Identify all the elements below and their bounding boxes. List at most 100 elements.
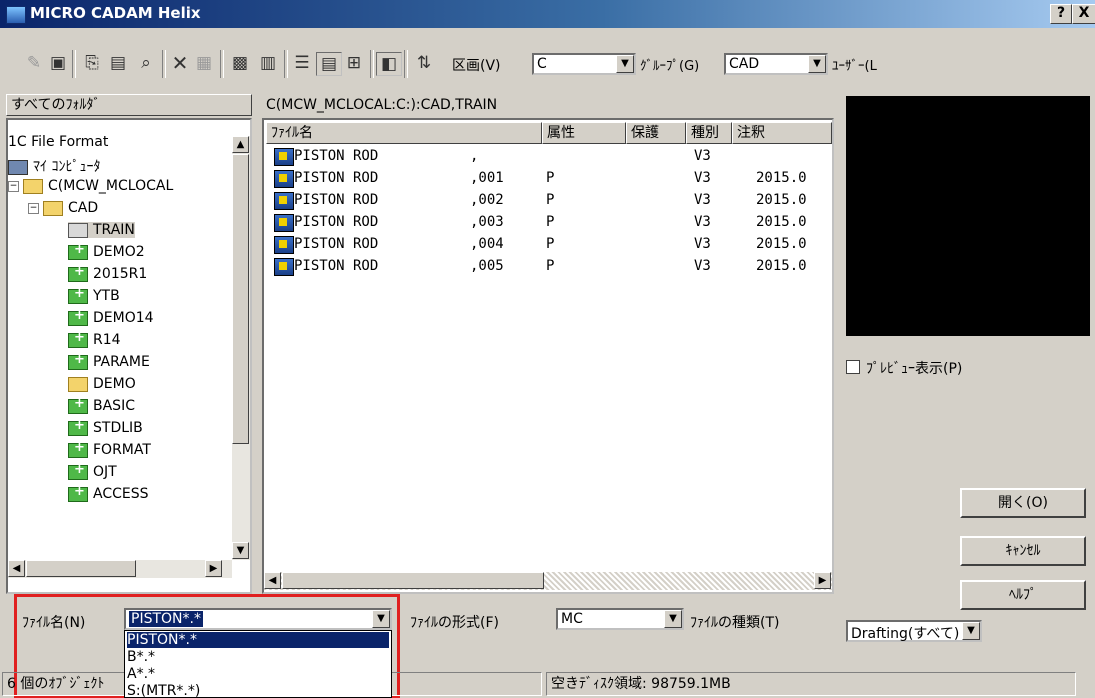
filename-combo[interactable]: PISTON*.* ▼ [124, 608, 392, 630]
file-suffix: ,004 [470, 236, 504, 252]
chevron-down-icon[interactable]: ▼ [616, 55, 634, 73]
dropdown-option[interactable]: S:(MTR*.*) [127, 683, 200, 697]
scroll-up-icon[interactable]: ▲ [232, 136, 249, 153]
collapse-icon[interactable]: − [8, 180, 19, 192]
tree-item[interactable]: ﾏｲ ｺﾝﾋﾟｭｰﾀ [8, 156, 100, 176]
type-combo[interactable]: Drafting(すべて) ▼ [846, 620, 982, 642]
file-hscrollbar[interactable]: ◀ ▶ [264, 572, 832, 590]
view-thumbnails-icon[interactable]: ⊞ [342, 52, 366, 74]
drawing-file-icon [274, 148, 294, 166]
chevron-down-icon[interactable]: ▼ [372, 610, 390, 628]
preview-checkbox-label: ﾌﾟﾚﾋﾞｭｰ表示(P) [866, 361, 963, 377]
collapse-icon[interactable]: − [28, 202, 39, 214]
tree-item[interactable]: DEMO2 [68, 242, 145, 260]
folder-tree[interactable]: 1C File Format ﾏｲ ｺﾝﾋﾟｭｰﾀ − C(MCW_MCLOCAL… [6, 118, 252, 594]
tree-item-selected[interactable]: TRAIN [68, 222, 135, 238]
column-header-name[interactable]: ﾌｧｲﾙ名 [266, 122, 542, 144]
properties-icon[interactable]: ▦ [192, 52, 216, 74]
tree-item[interactable]: PARAME [68, 352, 150, 370]
scroll-thumb[interactable] [232, 154, 249, 444]
view-list-icon[interactable]: ☰ [290, 52, 314, 74]
paste-icon[interactable]: ▤ [106, 52, 130, 74]
scroll-thumb[interactable] [282, 572, 544, 589]
up-folder-icon[interactable]: ▣ [46, 52, 70, 74]
group-select[interactable]: CAD ▼ [724, 53, 828, 75]
filename-dropdown-list[interactable]: PISTON*.* B*.* A*.* S:(MTR*.*) [124, 630, 392, 698]
file-kind: V3 [694, 214, 711, 230]
group-value: CAD [729, 56, 760, 72]
tree-item[interactable]: ACCESS [68, 484, 149, 502]
file-name: PISTON ROD [294, 258, 379, 274]
tree-item[interactable]: BASIC [68, 396, 135, 414]
scroll-down-icon[interactable]: ▼ [232, 542, 249, 559]
view-details-icon[interactable]: ▤ [316, 52, 342, 76]
tree-item[interactable]: R14 [68, 330, 121, 348]
tree-item[interactable]: − C(MCW_MCLOCAL [8, 178, 173, 194]
file-list[interactable]: ﾌｧｲﾙ名 属性 保護 種別 注釈 PISTON ROD , V3 PISTON… [262, 118, 834, 594]
tree-item[interactable]: 2015R1 [68, 264, 147, 282]
scroll-thumb[interactable] [26, 560, 136, 577]
file-attr: P [546, 192, 555, 208]
kukaku-label: 区画(V) [452, 58, 501, 74]
file-attr: P [546, 236, 555, 252]
new-folder-icon[interactable]: ✎ [22, 52, 46, 74]
chevron-down-icon[interactable]: ▼ [664, 610, 682, 628]
tree-vscrollbar[interactable]: ▲ ▼ [232, 136, 250, 560]
dropdown-option-selected[interactable]: PISTON*.* [127, 632, 389, 648]
file-kind: V3 [694, 192, 711, 208]
column-header-kind[interactable]: 種別 [686, 122, 732, 144]
scroll-left-icon[interactable]: ◀ [264, 572, 281, 589]
folder-plus-icon [68, 286, 88, 304]
column-header-note[interactable]: 注釈 [732, 122, 832, 144]
find-icon[interactable]: ⌕ [134, 52, 158, 74]
dropdown-option[interactable]: A*.* [127, 666, 155, 682]
tree-item[interactable]: − CAD [28, 200, 98, 216]
tree-hscrollbar[interactable]: ◀ ▶ [8, 560, 232, 578]
open-folder-icon [68, 222, 88, 238]
view-small-icon[interactable]: ▥ [256, 52, 280, 74]
view-large-icon[interactable]: ▩ [228, 52, 252, 74]
folder-plus-icon [68, 352, 88, 370]
scroll-left-icon[interactable]: ◀ [8, 560, 25, 577]
group-label: ｸﾞﾙｰﾌﾟ(G) [640, 59, 700, 74]
format-combo[interactable]: MC ▼ [556, 608, 684, 630]
chevron-down-icon[interactable]: ▼ [808, 55, 826, 73]
tree-item[interactable]: DEMO14 [68, 308, 154, 326]
scroll-right-icon[interactable]: ▶ [205, 560, 222, 577]
column-header-protect[interactable]: 保護 [626, 122, 686, 144]
cancel-button[interactable]: ｷｬﾝｾﾙ [960, 536, 1086, 566]
file-suffix: ,005 [470, 258, 504, 274]
toolbar-separator [220, 50, 224, 78]
chevron-down-icon[interactable]: ▼ [962, 622, 980, 640]
filename-value[interactable]: PISTON*.* [129, 611, 203, 627]
file-name: PISTON ROD [294, 214, 379, 230]
preview-checkbox[interactable] [846, 360, 860, 374]
copy-icon[interactable]: ⎘ [80, 52, 104, 74]
delete-icon[interactable]: ✕ [168, 52, 192, 74]
computer-icon [8, 159, 28, 175]
preview-pane-icon[interactable]: ◧ [376, 52, 402, 76]
tree-item[interactable]: 1C File Format [8, 134, 108, 150]
tree-item[interactable]: FORMAT [68, 440, 151, 458]
title-bar: MICRO CADAM Helix ? X [0, 0, 1095, 28]
folder-plus-icon [68, 484, 88, 502]
dropdown-option[interactable]: B*.* [127, 649, 155, 665]
scroll-right-icon[interactable]: ▶ [814, 572, 831, 589]
kukaku-select[interactable]: C ▼ [532, 53, 636, 75]
tree-item[interactable]: DEMO [68, 376, 136, 392]
help-button[interactable]: ﾍﾙﾌﾟ [960, 580, 1086, 610]
tree-item-label: FORMAT [93, 442, 151, 458]
column-header-attr[interactable]: 属性 [542, 122, 626, 144]
tree-item[interactable]: STDLIB [68, 418, 143, 436]
open-button[interactable]: 開く(O) [960, 488, 1086, 518]
drawing-file-icon [274, 214, 294, 232]
file-note: 2015.0 [756, 214, 807, 230]
sort-icon[interactable]: ⇅ [412, 52, 436, 74]
close-title-button[interactable]: X [1072, 4, 1095, 24]
folder-icon [43, 200, 63, 216]
folder-plus-icon [68, 308, 88, 326]
help-title-button[interactable]: ? [1050, 4, 1072, 24]
tree-item[interactable]: OJT [68, 462, 117, 480]
tree-item[interactable]: YTB [68, 286, 120, 304]
tree-item-label: C(MCW_MCLOCAL [48, 178, 174, 194]
